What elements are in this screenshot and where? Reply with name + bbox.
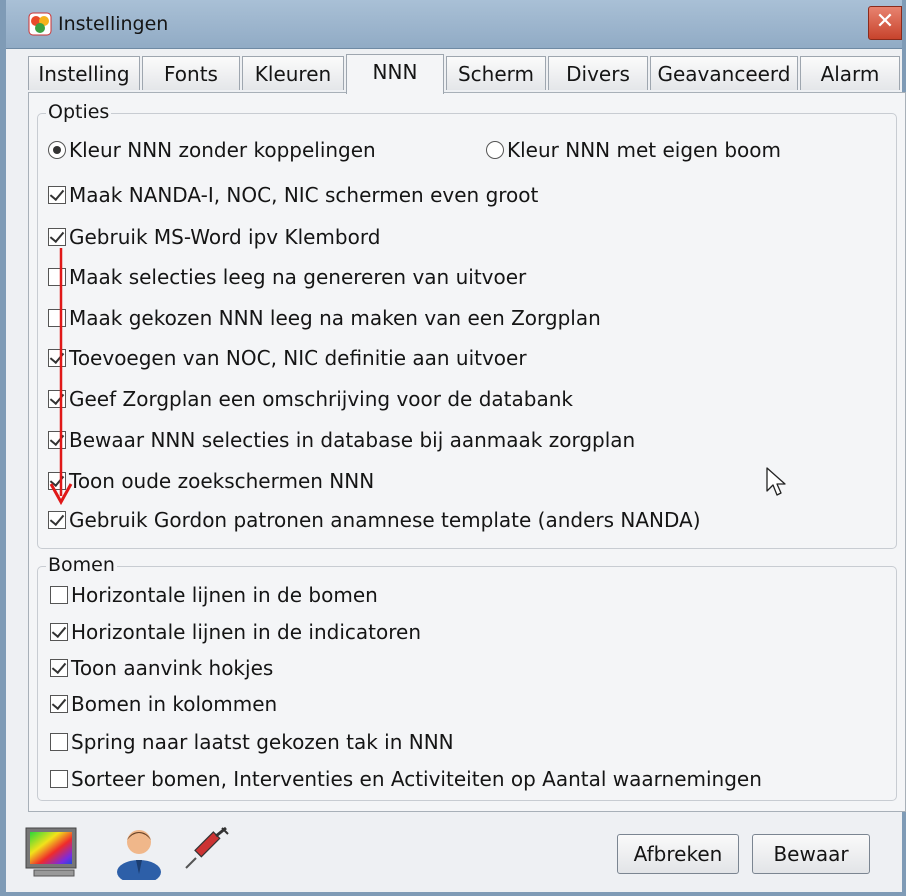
checkbox-nnn-leeg[interactable]: Maak gekozen NNN leeg na maken van een Z… [48,304,601,332]
checkbox-label: Maak NANDA-I, NOC, NIC schermen even gro… [69,183,539,207]
checkbox-even-groot[interactable]: Maak NANDA-I, NOC, NIC schermen even gro… [48,181,538,209]
tab-scherm[interactable]: Scherm [446,56,546,90]
app-logo-icon [28,12,52,36]
tab-divers[interactable]: Divers [548,56,648,90]
checkbox[interactable] [50,695,68,713]
checkbox[interactable] [48,511,66,529]
radio-kleur-zonder-koppelingen[interactable]: Kleur NNN zonder koppelingen [48,136,376,164]
monitor-icon[interactable] [24,826,84,880]
checkbox-oude-zoekschermen[interactable]: Toon oude zoekschermen NNN [48,467,374,495]
checkbox-label: Toon oude zoekschermen NNN [69,469,375,493]
tab-fonts[interactable]: Fonts [142,56,240,90]
radio-button[interactable] [48,141,66,159]
checkbox-gordon-patronen[interactable]: Gebruik Gordon patronen anamnese templat… [48,506,701,534]
checkbox-label: Maak selecties leeg na genereren van uit… [69,265,527,289]
checkbox-label: Maak gekozen NNN leeg na maken van een Z… [69,306,601,330]
checkbox-spring-tak[interactable]: Spring naar laatst gekozen tak in NNN [50,728,454,756]
radio-kleur-eigen-boom[interactable]: Kleur NNN met eigen boom [486,136,781,164]
checkbox[interactable] [48,228,66,246]
mouse-cursor-icon [766,467,786,496]
checkbox[interactable] [48,186,66,204]
checkbox-label: Toon aanvink hokjes [71,656,274,680]
checkbox-definitie[interactable]: Toevoegen van NOC, NIC definitie aan uit… [48,344,527,372]
syringe-icon[interactable] [182,826,230,872]
checkbox-bomen-kolommen[interactable]: Bomen in kolommen [50,690,277,718]
window-title: Instellingen [58,13,169,35]
cancel-button[interactable]: Afbreken [617,834,739,874]
checkbox-lijnen-bomen[interactable]: Horizontale lijnen in de bomen [50,581,378,609]
user-icon[interactable] [114,824,164,880]
checkbox-label: Horizontale lijnen in de bomen [71,583,378,607]
radio-label: Kleur NNN met eigen boom [507,138,782,162]
annotation-arrow-icon [49,248,73,506]
checkbox-label: Horizontale lijnen in de indicatoren [71,620,421,644]
bomen-group-title: Bomen [46,554,117,576]
title-bar: Instellingen ✕ [6,0,902,49]
checkbox-label: Geef Zorgplan een omschrijving voor de d… [69,387,573,411]
bomen-group: Bomen Horizontale lijnen in de bomen Hor… [37,554,897,801]
checkbox-lijnen-indicatoren[interactable]: Horizontale lijnen in de indicatoren [50,618,421,646]
tab-nnn[interactable]: NNN [346,54,444,94]
checkbox[interactable] [50,770,68,788]
close-button[interactable]: ✕ [868,6,902,40]
checkbox-ms-word[interactable]: Gebruik MS-Word ipv Klembord [48,223,380,251]
checkbox-sorteer-bomen[interactable]: Sorteer bomen, Interventies en Activitei… [50,765,762,793]
radio-button[interactable] [486,141,504,159]
save-button[interactable]: Bewaar [752,834,870,874]
opties-group-title: Opties [46,101,112,123]
checkbox-aanvink-hokjes[interactable]: Toon aanvink hokjes [50,654,273,682]
checkbox[interactable] [50,659,68,677]
checkbox-label: Gebruik Gordon patronen anamnese templat… [69,508,701,532]
checkbox[interactable] [50,733,68,751]
radio-label: Kleur NNN zonder koppelingen [69,138,376,162]
tab-instelling[interactable]: Instelling [28,56,140,90]
checkbox[interactable] [50,586,68,604]
checkbox-label: Toevoegen van NOC, NIC definitie aan uit… [69,346,527,370]
checkbox-label: Bomen in kolommen [71,692,278,716]
checkbox-omschrijving[interactable]: Geef Zorgplan een omschrijving voor de d… [48,385,573,413]
checkbox-label: Sorteer bomen, Interventies en Activitei… [71,767,762,791]
checkbox[interactable] [50,623,68,641]
settings-window: Instellingen ✕ Instelling Fonts Kleuren … [0,0,906,896]
tab-kleuren[interactable]: Kleuren [242,56,344,90]
tab-alarm[interactable]: Alarm [800,56,900,90]
checkbox-label: Spring naar laatst gekozen tak in NNN [71,730,454,754]
checkbox-label: Gebruik MS-Word ipv Klembord [69,225,381,249]
checkbox-bewaar-selecties[interactable]: Bewaar NNN selecties in database bij aan… [48,426,635,454]
tab-geavanceerd[interactable]: Geavanceerd [650,56,798,90]
checkbox-label: Bewaar NNN selecties in database bij aan… [69,428,636,452]
tab-panel-nnn: Opties Kleur NNN zonder koppelingen Kleu… [28,92,906,812]
checkbox-selecties-leeg[interactable]: Maak selecties leeg na genereren van uit… [48,263,526,291]
